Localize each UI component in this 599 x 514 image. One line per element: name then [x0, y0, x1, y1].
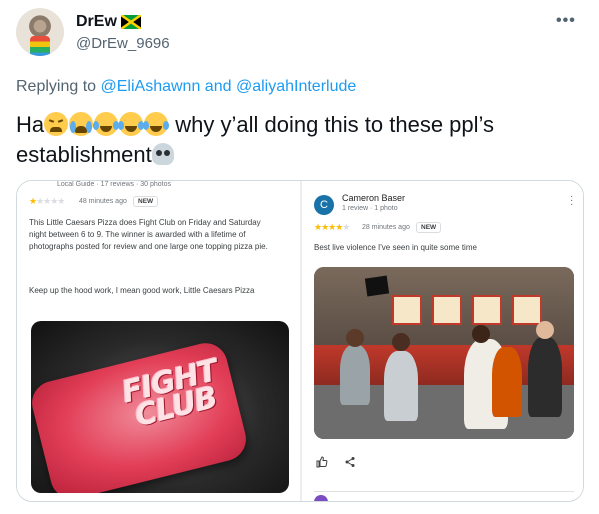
display-name[interactable]: DrEw — [76, 13, 117, 31]
face-with-tears-of-joy-icon — [93, 112, 120, 136]
fight-club-soap-image: FIGHT CLUB — [31, 321, 289, 493]
review-actions — [316, 456, 356, 468]
mention-link-1[interactable]: @EliAshawnn — [101, 78, 201, 95]
reviewer-name: Cameron Baser — [342, 193, 406, 203]
face-with-tears-of-joy-icon — [143, 112, 170, 136]
reviewer-avatar: C — [314, 195, 334, 215]
tweet-text: Ha why y’all doing this to these ppl’s e… — [16, 110, 586, 170]
reviewer-sub: 1 review · 1 photo — [342, 205, 398, 212]
new-badge: NEW — [133, 196, 159, 207]
tweet-text-start: Ha — [16, 112, 45, 137]
mention-link-2[interactable]: @aliyahInterlude — [236, 78, 356, 95]
loudly-crying-face-icon — [69, 112, 94, 136]
tired-face-icon — [44, 112, 69, 136]
author-row: DrEw — [76, 13, 141, 31]
reply-and: and — [204, 78, 232, 95]
reply-prefix: Replying to — [16, 78, 97, 95]
review-screenshot-left: Local Guide · 17 reviews · 30 photos ★★★… — [17, 181, 300, 501]
review-time: 28 minutes ago — [362, 224, 410, 231]
tweet-text-end: establishment — [16, 142, 152, 167]
review-body-2: Keep up the hood work, I mean good work,… — [29, 286, 255, 295]
rating-stars: ★★★★★ — [314, 222, 350, 232]
next-reviewer-avatar — [314, 495, 328, 501]
review-time: 48 minutes ago — [79, 198, 127, 205]
review-screenshot-right: C Cameron Baser 1 review · 1 photo · · · ★… — [302, 181, 583, 501]
replying-to-line: Replying to @EliAshawnn and @aliyahInter… — [16, 78, 356, 96]
skull-icon — [151, 143, 174, 165]
jamaica-flag-icon — [120, 15, 141, 29]
avatar[interactable] — [16, 8, 64, 56]
kebab-menu-icon: · · · — [570, 191, 574, 210]
new-badge: NEW — [416, 222, 442, 233]
restaurant-fight-photo — [314, 267, 574, 439]
handle[interactable]: @DrEw_9696 — [76, 35, 170, 52]
share-icon — [345, 457, 355, 467]
review-body: Best live violence I've seen in quite so… — [314, 243, 477, 252]
face-with-tears-of-joy-icon — [118, 112, 145, 136]
review-body: This Little Caesars Pizza does Fight Clu… — [29, 218, 268, 251]
more-options-icon[interactable]: ••• — [556, 12, 576, 30]
reviewer-meta: Local Guide · 17 reviews · 30 photos — [57, 181, 172, 188]
tv-monitor — [364, 275, 390, 297]
tweet: DrEw @DrEw_9696 ••• Replying to @EliAsha… — [0, 0, 599, 514]
rating-stars: ★★★★★ — [29, 196, 65, 206]
tweet-text-mid: why y’all doing this to these ppl’s — [175, 112, 495, 137]
thumbs-up-icon — [316, 456, 328, 468]
tweet-media[interactable]: Local Guide · 17 reviews · 30 photos ★★★… — [16, 180, 584, 502]
